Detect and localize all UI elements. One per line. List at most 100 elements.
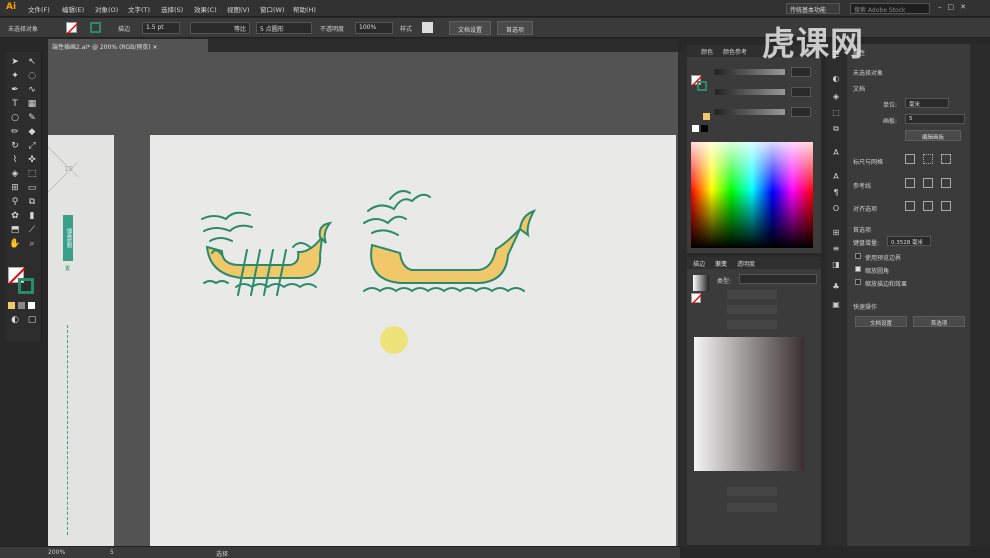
char-style-icon[interactable]: A	[830, 172, 842, 184]
direct-selection-icon[interactable]: ↖	[26, 56, 38, 68]
magic-wand-icon[interactable]: ✦	[9, 70, 21, 82]
stroke-color-icon[interactable]	[697, 81, 707, 91]
workspace-switcher[interactable]: 传统基本功能	[786, 3, 840, 14]
color-mode-icon[interactable]	[8, 302, 15, 309]
gradient-type-select[interactable]	[739, 274, 817, 284]
gradient-slider[interactable]	[694, 337, 804, 471]
tab-color[interactable]: 颜色	[701, 47, 713, 56]
align-key-icon[interactable]	[905, 201, 915, 211]
symbols-icon[interactable]: ♣	[830, 282, 842, 294]
opacity-field[interactable]	[727, 487, 777, 496]
draw-mode-icon[interactable]: ◐	[9, 314, 21, 326]
mesh-tool-icon[interactable]: ⊞	[9, 182, 21, 194]
menu-effect[interactable]: 效果(C)	[194, 4, 217, 14]
stock-search-input[interactable]: 搜索 Adobe Stock	[850, 3, 930, 14]
blend-tool-icon[interactable]: ⧉	[26, 196, 38, 208]
perspective-icon[interactable]: ⬚	[26, 168, 38, 180]
zoom-field[interactable]: 200%	[48, 549, 65, 556]
lock-guides-icon[interactable]	[923, 178, 933, 188]
selection-tool-icon[interactable]: ➤	[9, 56, 21, 68]
white-swatch[interactable]	[692, 125, 699, 132]
fill-color-icon[interactable]	[691, 293, 703, 305]
smart-guides-icon[interactable]	[941, 178, 951, 188]
menu-select[interactable]: 选择(S)	[161, 4, 183, 14]
preview-bounds-checkbox[interactable]	[855, 253, 861, 259]
brush-select[interactable]: 5 点圆形	[256, 22, 312, 34]
angle-field[interactable]	[727, 290, 777, 299]
tab-transparency[interactable]: 透明度	[737, 259, 755, 268]
stroke-profile-select[interactable]: 等比	[190, 22, 250, 34]
tab-color-guide[interactable]: 颜色参考	[723, 47, 747, 56]
ruler-toggle-icon[interactable]	[905, 154, 915, 164]
type-tool-icon[interactable]: T	[9, 98, 21, 110]
character-icon[interactable]: A	[830, 148, 842, 160]
align-grid-icon[interactable]	[941, 201, 951, 211]
stroke-weight-field[interactable]: 1.5 pt	[142, 22, 180, 34]
artboards-icon[interactable]: ⬚	[830, 108, 842, 120]
channel-value-1[interactable]	[791, 67, 811, 77]
channel-value-3[interactable]	[791, 107, 811, 117]
screen-mode-icon[interactable]: ▢	[26, 314, 38, 326]
menu-window[interactable]: 窗口(W)	[260, 4, 285, 14]
paragraph-icon[interactable]: ¶	[830, 188, 842, 200]
channel-slider-3[interactable]	[715, 109, 785, 115]
curvature-icon[interactable]: ∿	[26, 84, 38, 96]
pencil-tool-icon[interactable]: ✏	[9, 126, 21, 138]
menu-object[interactable]: 对象(O)	[95, 4, 118, 14]
preferences-button[interactable]: 首选项	[497, 21, 533, 35]
pathfinder-icon[interactable]: ◨	[830, 260, 842, 272]
page-field[interactable]: 5	[110, 549, 114, 556]
preferences-button[interactable]: 首选项	[913, 316, 965, 327]
menu-type[interactable]: 文字(T)	[128, 4, 150, 14]
artboard[interactable]	[150, 135, 676, 547]
align-icon[interactable]: ≡	[830, 244, 842, 256]
eyedropper-icon[interactable]: ⚲	[9, 196, 21, 208]
transform-icon[interactable]: ⊞	[830, 228, 842, 240]
artboard-tool-icon[interactable]: ⬒	[9, 224, 21, 236]
ellipse-tool-icon[interactable]: ○	[9, 112, 21, 124]
opentype-icon[interactable]: O	[830, 204, 842, 216]
menu-view[interactable]: 视图(V)	[227, 4, 250, 14]
scale-strokes-checkbox[interactable]	[855, 279, 861, 285]
document-setup-button[interactable]: 文档设置	[855, 316, 907, 327]
recent-swatch[interactable]	[703, 113, 710, 120]
aspect-field[interactable]	[727, 305, 777, 314]
location-field[interactable]	[727, 503, 777, 512]
artboard-select[interactable]: 5	[905, 114, 965, 124]
grid-tool-icon[interactable]: ▦	[26, 98, 38, 110]
menu-help[interactable]: 帮助(H)	[293, 4, 316, 14]
channel-slider-2[interactable]	[715, 89, 785, 95]
black-swatch[interactable]	[701, 125, 708, 132]
shape-builder-icon[interactable]: ◈	[9, 168, 21, 180]
graphic-styles-icon[interactable]: ▣	[830, 300, 842, 312]
rotate-tool-icon[interactable]: ↻	[9, 140, 21, 152]
reverse-field[interactable]	[727, 320, 777, 329]
color-panel-icon[interactable]: ◐	[830, 74, 842, 86]
transparency-grid-icon[interactable]	[941, 154, 951, 164]
zoom-tool-icon[interactable]: ⌕	[26, 238, 38, 250]
lasso-icon[interactable]: ◌	[26, 70, 38, 82]
gradient-preview[interactable]	[693, 275, 709, 291]
warp-tool-icon[interactable]: ⌇	[9, 154, 21, 166]
channel-value-2[interactable]	[791, 87, 811, 97]
pen-tool-icon[interactable]: ✒	[9, 84, 21, 96]
fill-swatch[interactable]	[66, 22, 79, 35]
document-tab[interactable]: 端性插画2.ai* @ 200% (RGB/预览) ✕	[48, 39, 208, 52]
slice-tool-icon[interactable]: ⟋	[26, 224, 38, 236]
document-setup-button[interactable]: 文档设置	[449, 21, 491, 35]
right-scrollbar[interactable]	[970, 44, 990, 546]
tab-stroke[interactable]: 描边	[693, 259, 705, 268]
keyboard-increment-field[interactable]: 0.3528 毫米	[887, 236, 931, 246]
tab-gradient[interactable]: 渐变	[715, 259, 727, 268]
stroke-swatch[interactable]	[90, 22, 101, 33]
stroke-color-icon[interactable]	[18, 278, 34, 294]
menu-file[interactable]: 文件(F)	[28, 4, 50, 14]
unit-select[interactable]: 毫米	[905, 98, 949, 108]
symbol-sprayer-icon[interactable]: ✿	[9, 210, 21, 222]
vertical-scrollbar[interactable]	[678, 52, 686, 546]
scale-tool-icon[interactable]: ⤢	[26, 140, 38, 152]
edit-artboard-button[interactable]: 编辑画板	[905, 130, 961, 141]
close-icon[interactable]: ✕	[153, 44, 158, 51]
menu-edit[interactable]: 编辑(E)	[62, 4, 84, 14]
gradient-tool-icon[interactable]: ▭	[26, 182, 38, 194]
